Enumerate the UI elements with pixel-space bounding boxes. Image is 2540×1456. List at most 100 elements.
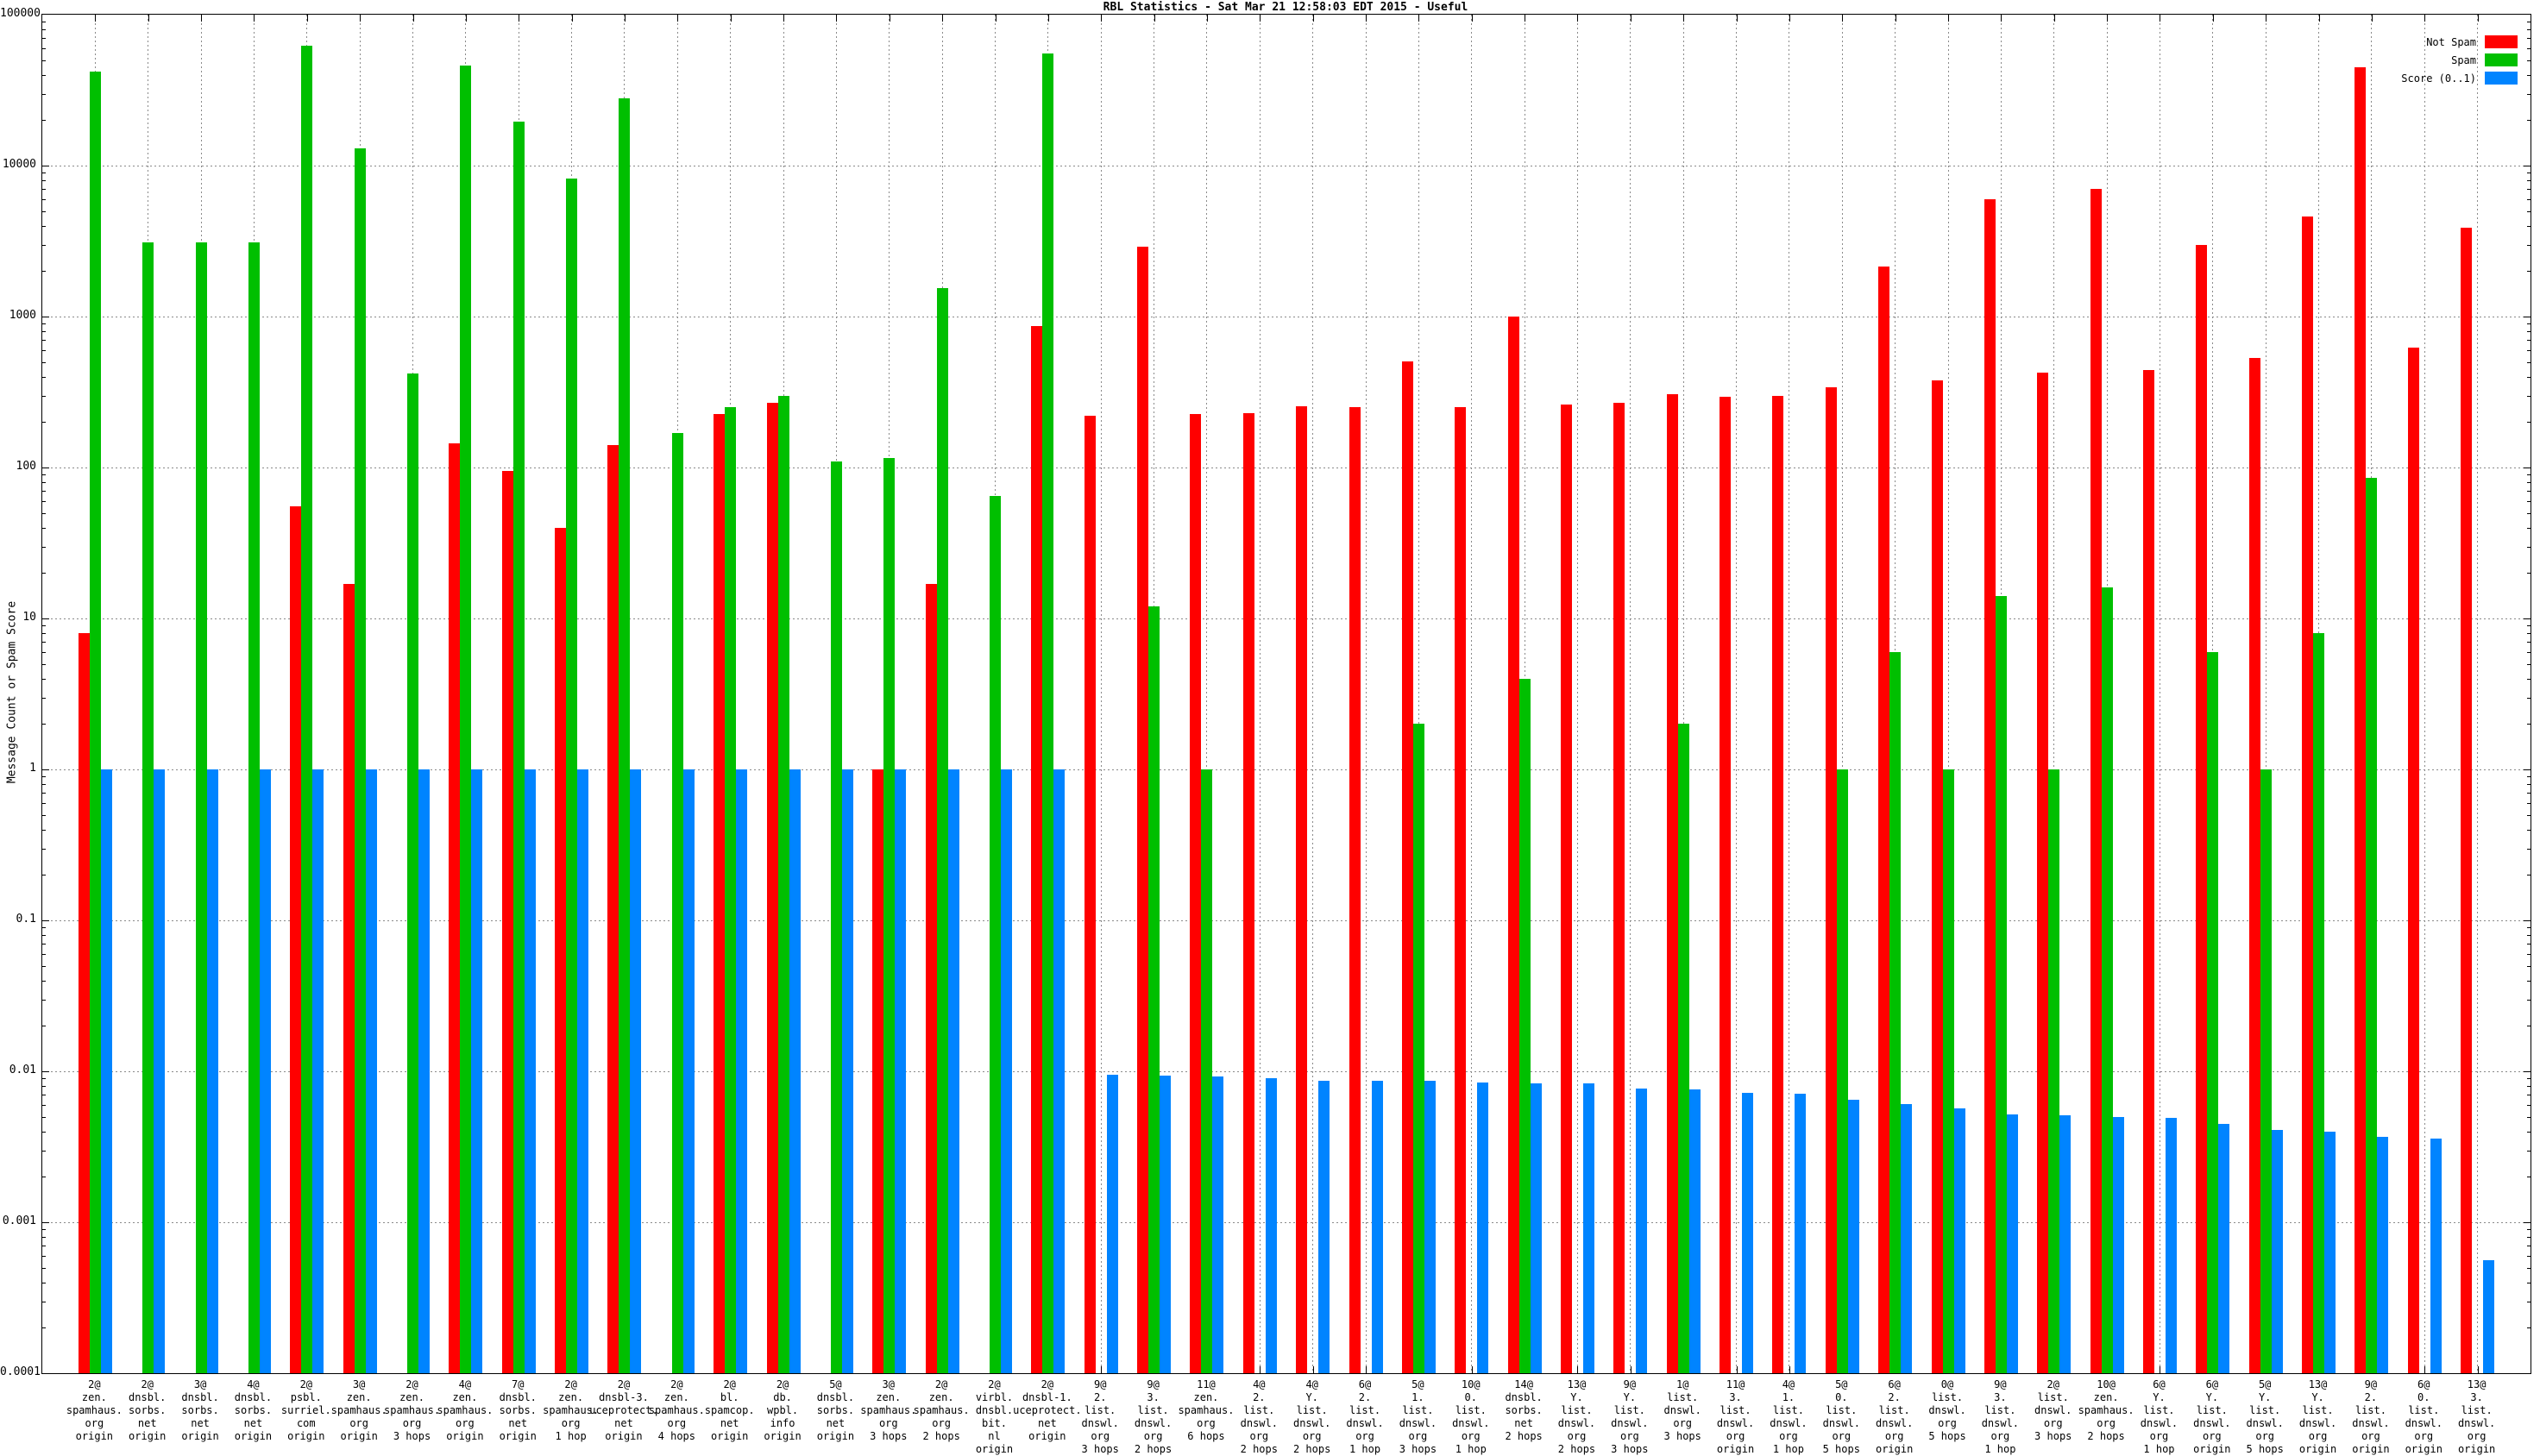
- y-axis-minor-tick: [2527, 330, 2531, 332]
- y-axis-minor-tick: [2527, 625, 2531, 626]
- legend: Not Spam Spam Score (0..1): [2401, 33, 2518, 87]
- bar-score: [2007, 1114, 2018, 1373]
- x-gridline: [1312, 15, 1314, 1373]
- bar-not-spam: [1826, 386, 1837, 1373]
- bar-not-spam: [2302, 217, 2313, 1373]
- legend-item: Not Spam: [2401, 33, 2518, 51]
- bar-score: [1689, 1089, 1701, 1373]
- y-axis-minor-tick: [42, 271, 46, 273]
- y-axis-major-tick: [42, 920, 49, 921]
- legend-swatch: [2485, 53, 2518, 66]
- x-axis-tick: [1736, 15, 1738, 22]
- x-axis-tick: [1630, 15, 1632, 22]
- y-axis-minor-tick: [42, 848, 46, 850]
- y-axis-minor-tick: [42, 361, 46, 363]
- y-axis-minor-tick: [42, 783, 46, 785]
- x-gridline: [1100, 15, 1102, 1373]
- bar-spam: [196, 242, 207, 1373]
- bar-score: [2166, 1118, 2177, 1373]
- bar-not-spam: [290, 506, 301, 1373]
- bar-not-spam: [1984, 198, 1996, 1373]
- x-axis-tick: [1260, 15, 1261, 22]
- y-axis-minor-tick: [42, 120, 46, 122]
- y-axis-minor-tick: [2527, 1267, 2531, 1269]
- bar-score: [1001, 769, 1012, 1373]
- y-axis-minor-tick: [42, 512, 46, 514]
- x-axis-tick: [1418, 15, 1420, 22]
- plot-area: [41, 14, 2531, 1374]
- y-axis-minor-tick: [42, 60, 46, 61]
- bar-not-spam: [1613, 403, 1625, 1373]
- bar-not-spam: [2355, 66, 2366, 1373]
- y-axis-minor-tick: [2527, 481, 2531, 483]
- chart-title: RBL Statistics - Sat Mar 21 12:58:03 EDT…: [1103, 1, 1468, 14]
- y-axis-minor-tick: [42, 546, 46, 548]
- x-tick-label: 13@ 3. list. dnswl. org origin: [2457, 1378, 2496, 1455]
- bar-score: [842, 769, 853, 1373]
- x-axis-tick: [1366, 1366, 1367, 1373]
- y-tick-label: 10: [22, 611, 36, 624]
- bar-score: [1531, 1083, 1542, 1373]
- x-axis-tick: [2107, 15, 2109, 22]
- y-axis-minor-tick: [42, 724, 46, 725]
- bar-score: [2113, 1116, 2124, 1373]
- y-tick-label: 0.0001: [0, 1365, 41, 1378]
- bar-spam: [1889, 651, 1901, 1373]
- y-axis-minor-tick: [42, 632, 46, 634]
- bar-score: [2483, 1260, 2494, 1373]
- y-axis-minor-tick: [42, 573, 46, 574]
- y-axis-major-tick: [2524, 920, 2531, 921]
- bar-not-spam: [343, 583, 355, 1373]
- y-axis-minor-tick: [2527, 944, 2531, 945]
- y-axis-minor-tick: [42, 999, 46, 1001]
- bar-score: [154, 769, 165, 1373]
- x-axis-tick: [1047, 15, 1049, 22]
- y-axis-minor-tick: [42, 1229, 46, 1230]
- y-axis-minor-tick: [42, 225, 46, 227]
- y-axis-minor-tick: [2527, 60, 2531, 61]
- y-axis-minor-tick: [42, 244, 46, 246]
- x-axis-tick: [624, 15, 626, 22]
- bar-not-spam: [2461, 227, 2472, 1373]
- bar-score: [1583, 1083, 1594, 1373]
- y-axis-minor-tick: [42, 697, 46, 699]
- y-axis-minor-tick: [42, 1078, 46, 1079]
- y-axis-minor-tick: [2527, 697, 2531, 699]
- y-axis-minor-tick: [2527, 340, 2531, 342]
- bar-spam: [2207, 651, 2218, 1373]
- bar-spam: [937, 287, 948, 1373]
- x-axis-tick: [942, 15, 944, 22]
- bar-not-spam: [1402, 361, 1413, 1373]
- x-axis-tick: [2371, 15, 2373, 22]
- y-axis-minor-tick: [42, 1267, 46, 1269]
- y-axis-minor-tick: [2527, 783, 2531, 785]
- y-axis-minor-tick: [2527, 927, 2531, 928]
- y-axis-minor-tick: [2527, 1150, 2531, 1152]
- bar-score: [1636, 1088, 1647, 1373]
- x-gridline: [1630, 15, 1632, 1373]
- bar-spam: [513, 122, 525, 1373]
- y-axis-minor-tick: [42, 527, 46, 529]
- x-axis-tick: [2001, 15, 2002, 22]
- bar-spam: [725, 407, 736, 1373]
- y-axis-minor-tick: [42, 651, 46, 653]
- bar-spam: [778, 395, 789, 1373]
- y-axis-minor-tick: [2527, 93, 2531, 95]
- y-axis-minor-tick: [2527, 814, 2531, 816]
- bar-score: [2218, 1123, 2229, 1373]
- y-axis-minor-tick: [2527, 47, 2531, 49]
- y-axis-minor-tick: [42, 93, 46, 95]
- bar-score: [1212, 1076, 1223, 1373]
- y-axis-minor-tick: [42, 814, 46, 816]
- y-axis-minor-tick: [2527, 244, 2531, 246]
- y-axis-minor-tick: [2527, 189, 2531, 191]
- y-axis-minor-tick: [2527, 999, 2531, 1001]
- x-axis-tick: [1789, 15, 1790, 22]
- x-axis-tick: [1366, 15, 1367, 22]
- x-axis-tick: [1577, 15, 1579, 22]
- bar-not-spam: [555, 527, 566, 1373]
- y-axis-minor-tick: [42, 376, 46, 378]
- bar-score: [577, 769, 588, 1373]
- bar-not-spam: [1720, 396, 1731, 1373]
- bar-not-spam: [1190, 414, 1201, 1373]
